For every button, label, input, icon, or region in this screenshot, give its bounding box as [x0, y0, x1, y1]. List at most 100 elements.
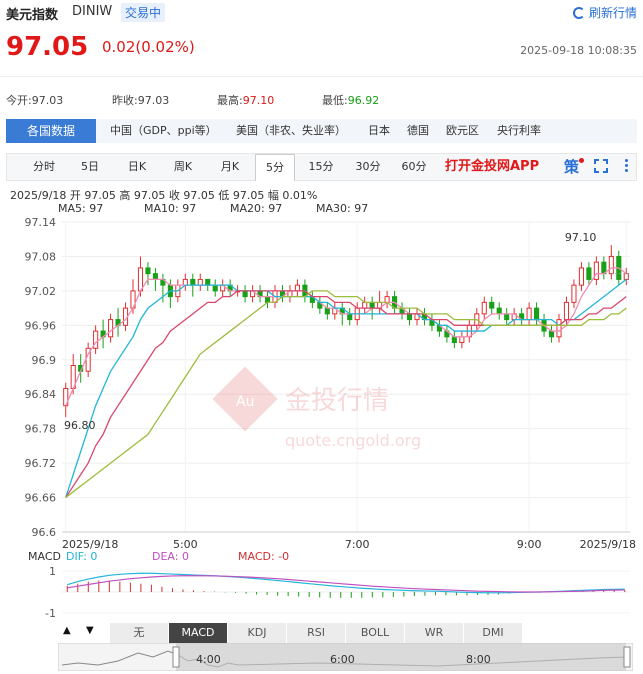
navigator-right-handle[interactable] — [623, 646, 631, 668]
candle-body — [586, 267, 592, 280]
region-tab-japan[interactable]: 日本 — [368, 119, 390, 143]
range-navigator[interactable]: 4:00 6:00 8:00 — [58, 643, 633, 671]
more-options-icon[interactable] — [625, 157, 629, 177]
period-tab-intraday[interactable]: 分时 — [24, 154, 64, 180]
macd-lines — [67, 572, 625, 594]
y-tick-label: 97.02 — [25, 285, 57, 298]
x-axis-labels: 2025/9/18 5:00 7:00 9:00 2025/9/18 — [62, 538, 636, 551]
ohlc-summary: 2025/9/18 开 97.05 高 97.05 收 97.05 低 97.0… — [10, 189, 318, 202]
stat-low: 最低:96.92 — [322, 94, 380, 107]
y-tick-label: 96.84 — [25, 388, 57, 401]
navigator-left-handle[interactable] — [172, 646, 180, 668]
region-tab-eurozone[interactable]: 欧元区 — [446, 119, 479, 143]
region-tab-usa[interactable]: 美国（非农、失业率） — [236, 119, 346, 143]
strategy-button[interactable]: 策 — [564, 154, 579, 180]
macd-y-ticks: 1 -1 — [45, 565, 56, 620]
notification-dot — [579, 158, 584, 163]
y-tick-label: 96.66 — [25, 492, 57, 505]
candle-body — [563, 301, 570, 321]
watermark-brand: 金投行情 — [285, 386, 389, 416]
candle-body — [556, 319, 562, 338]
period-tab-daily[interactable]: 日K — [117, 154, 157, 180]
instrument-name: 美元指数 — [6, 8, 59, 23]
stat-open-value: 97.03 — [31, 94, 64, 107]
indicator-tab-rsi[interactable]: RSI — [287, 623, 346, 643]
macd-dif-line — [67, 572, 625, 594]
period-tab-30min[interactable]: 30分 — [348, 154, 388, 180]
refresh-icon — [572, 6, 585, 19]
candle-body — [362, 301, 368, 309]
x-axis-label: 7:00 — [345, 538, 370, 551]
indicator-tab-wr[interactable]: WR — [405, 623, 464, 643]
period-tab-5min[interactable]: 5分 — [255, 154, 295, 181]
indicator-tab-none[interactable]: 无 — [110, 623, 169, 643]
current-price: 97.05 — [6, 32, 89, 62]
instrument-code: DINIW — [72, 4, 113, 19]
y-tick-label: 97.14 — [25, 216, 57, 229]
candle-body — [459, 336, 465, 344]
low-annotation: 96.80 — [64, 419, 96, 432]
market-status-badge: 交易中 — [121, 3, 166, 22]
candle-body — [504, 313, 510, 321]
y-tick-label: 96.6 — [32, 526, 57, 539]
candle-body — [108, 319, 114, 338]
x-axis-label: 2025/9/18 — [580, 538, 636, 551]
macd-y-tick: 1 — [49, 565, 56, 578]
candle-body — [526, 307, 532, 321]
candle-body — [481, 301, 487, 315]
indicator-tabs: 无 MACD KDJ RSI BOLL WR DMI — [58, 623, 631, 643]
macd-dea-line — [67, 575, 625, 593]
macd-dif-value: DIF: 0 — [66, 550, 98, 563]
macd-chart[interactable]: 1 -1 — [0, 563, 643, 621]
candle-body — [182, 278, 188, 286]
region-tab-central-bank-rate[interactable]: 央行利率 — [497, 119, 541, 143]
indicator-tab-macd[interactable]: MACD — [169, 623, 228, 643]
period-tab-5day[interactable]: 5日 — [70, 154, 110, 180]
candle-body — [571, 284, 577, 303]
period-tab-60min[interactable]: 60分 — [394, 154, 434, 180]
candle-body — [190, 278, 196, 286]
stat-prev-close: 昨收:97.03 — [112, 94, 170, 107]
candle-body — [451, 336, 457, 344]
period-tab-15min[interactable]: 15分 — [301, 154, 341, 180]
region-tab-china[interactable]: 中国（GDP、ppi等） — [110, 119, 217, 143]
candle-body — [294, 284, 300, 292]
candle-body — [264, 296, 271, 303]
y-tick-label: 97.08 — [25, 250, 57, 263]
x-axis-label: 9:00 — [517, 538, 542, 551]
period-tab-weekly[interactable]: 周K — [163, 154, 203, 180]
refresh-label: 刷新行情 — [588, 6, 637, 20]
y-axis-ticks: 97.14 97.08 97.02 96.96 96.9 96.84 96.78 96.72 9… — [25, 216, 57, 539]
navigator-selection[interactable] — [176, 643, 626, 671]
candle-body — [152, 273, 158, 280]
stat-prev-close-value: 97.03 — [137, 94, 170, 107]
macd-hist-value: MACD: -0 — [238, 550, 290, 563]
refresh-button[interactable]: 刷新行情 — [572, 4, 637, 21]
candle-body — [242, 290, 248, 298]
fullscreen-icon[interactable] — [594, 159, 608, 173]
region-tab-active[interactable]: 各国数据 — [6, 119, 96, 143]
candle-body — [369, 301, 375, 309]
indicator-tab-boll[interactable]: BOLL — [346, 623, 405, 643]
macd-title: MACD — [28, 550, 61, 563]
price-chart[interactable]: Au 金投行情 quote.cngold.org 97.14 97.08 97.02… — [0, 214, 643, 554]
region-tab-germany[interactable]: 德国 — [407, 119, 429, 143]
watermark: Au 金投行情 quote.cngold.org — [212, 366, 421, 450]
candle-body — [145, 267, 151, 275]
y-tick-label: 96.72 — [25, 457, 57, 470]
candle-body — [212, 284, 218, 292]
indicator-tab-kdj[interactable]: KDJ — [228, 623, 287, 643]
candle-body — [347, 313, 353, 321]
macd-histogram — [66, 580, 626, 598]
navigator-label-2: 8:00 — [466, 653, 491, 666]
candle-body — [534, 307, 540, 321]
stat-open: 今开:97.03 — [6, 94, 64, 107]
indicator-tab-dmi[interactable]: DMI — [464, 623, 523, 643]
divider — [0, 76, 643, 77]
quote-datetime: 2025-09-18 10:08:35 — [520, 44, 637, 57]
open-app-link[interactable]: 打开金投网APP — [445, 154, 539, 180]
price-change: 0.02(0.02%) — [102, 38, 195, 56]
candle-body — [324, 307, 330, 315]
candle-body — [205, 278, 211, 286]
period-tab-monthly[interactable]: 月K — [210, 154, 250, 180]
